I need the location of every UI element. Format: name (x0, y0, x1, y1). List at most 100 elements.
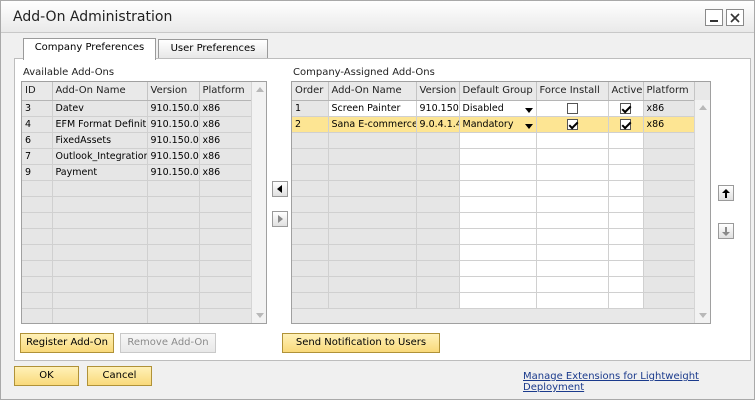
dropdown-arrow-icon[interactable] (524, 123, 533, 129)
table-row (292, 292, 695, 309)
minimize-button[interactable] (705, 9, 723, 26)
available-scrollbar[interactable] (251, 82, 266, 323)
empty-cell (416, 212, 460, 229)
scroll-up-icon[interactable] (699, 105, 707, 110)
empty-cell (22, 228, 53, 245)
empty-cell (22, 180, 53, 197)
active-checkbox[interactable] (620, 102, 631, 114)
col-assigned-platform[interactable]: Platform (643, 82, 695, 101)
empty-cell (536, 228, 609, 245)
scroll-up-icon[interactable] (256, 87, 264, 92)
empty-cell (459, 196, 537, 213)
cell-order: 1 (292, 100, 329, 117)
cell-addon-name: Payment (52, 164, 148, 181)
arrow-up-icon (722, 189, 730, 198)
empty-cell (199, 228, 252, 245)
empty-cell (292, 132, 329, 149)
cell-version: 910.150.0 (416, 100, 460, 117)
cell-active (608, 116, 644, 133)
empty-cell (643, 164, 695, 181)
empty-cell (608, 148, 644, 165)
empty-cell (643, 276, 695, 293)
assigned-scrollbar[interactable] (694, 100, 710, 323)
ok-button[interactable]: OK (14, 366, 79, 386)
force-install-checkbox[interactable] (566, 102, 578, 114)
move-right-button[interactable] (272, 211, 288, 227)
tab-company-preferences[interactable]: Company Preferences (23, 38, 156, 60)
empty-cell (608, 276, 644, 293)
empty-cell (459, 292, 537, 309)
scroll-down-icon[interactable] (699, 313, 707, 318)
col-platform[interactable]: Platform (199, 82, 252, 101)
table-row[interactable]: 1Screen Painter910.150.0Disabled x86 (292, 100, 695, 117)
cell-addon-name: EFM Format Definitic (52, 116, 148, 133)
arrow-left-icon (277, 185, 282, 193)
send-notification-button[interactable]: Send Notification to Users (282, 333, 440, 353)
available-addons-grid[interactable]: ID Add-On Name Version Platform 3 Datev 91… (21, 81, 267, 324)
col-order[interactable]: Order (292, 82, 329, 101)
cancel-button[interactable]: Cancel (87, 366, 152, 386)
cell-force-install (536, 100, 609, 117)
table-row[interactable]: 7Outlook_Integration910.150.00.x86 (22, 148, 252, 165)
table-row[interactable]: 3Datev910.150.00.x86 (22, 100, 252, 117)
empty-cell (22, 276, 53, 293)
empty-cell (536, 276, 609, 293)
table-row (292, 196, 695, 213)
empty-cell (52, 260, 148, 277)
table-row[interactable]: 6FixedAssets910.150.00.x86 (22, 132, 252, 149)
close-button[interactable] (726, 9, 744, 26)
close-icon (730, 13, 740, 23)
empty-cell (536, 260, 609, 277)
empty-cell (416, 292, 460, 309)
assigned-addons-label: Company-Assigned Add-Ons (293, 67, 435, 78)
cell-platform: x86 (643, 116, 695, 133)
table-row[interactable]: 9Payment910.150.00.x86 (22, 164, 252, 181)
empty-cell (536, 164, 609, 181)
col-assigned-version[interactable]: Version (416, 82, 460, 101)
empty-cell (147, 292, 200, 309)
manage-extensions-link[interactable]: Manage Extensions for Lightweight Deploy… (523, 371, 754, 393)
force-install-checkbox[interactable] (566, 118, 578, 130)
col-version[interactable]: Version (147, 82, 200, 101)
remove-addon-button[interactable]: Remove Add-On (120, 333, 216, 353)
active-checkbox[interactable] (620, 118, 631, 130)
empty-cell (328, 244, 417, 261)
col-active[interactable]: Active (608, 82, 644, 101)
move-left-button[interactable] (272, 181, 288, 197)
table-row[interactable]: 4EFM Format Definitic910.150.00.x86 (22, 116, 252, 133)
register-addon-button[interactable]: Register Add-On (20, 333, 114, 353)
cell-default-group[interactable]: Mandatory (459, 116, 537, 133)
dropdown-arrow-icon[interactable] (524, 107, 533, 113)
cell-platform: x86 (643, 100, 695, 117)
empty-cell (608, 244, 644, 261)
cell-addon-name: Datev (52, 100, 148, 117)
move-down-button[interactable] (718, 223, 734, 239)
scroll-down-icon[interactable] (256, 313, 264, 318)
table-row[interactable]: 2 Sana E-commerce 9.0.4.1.4 Mandatory x86 (292, 116, 695, 133)
col-id[interactable]: ID (22, 82, 53, 101)
empty-cell (608, 196, 644, 213)
default-group-value: Mandatory (462, 118, 514, 130)
col-assigned-addon-name[interactable]: Add-On Name (328, 82, 417, 101)
empty-cell (416, 244, 460, 261)
available-addons-table: ID Add-On Name Version Platform 3 Datev 91… (22, 82, 252, 323)
cell-id: 6 (22, 132, 53, 149)
move-up-button[interactable] (718, 185, 734, 201)
empty-cell (643, 212, 695, 229)
tab-user-preferences[interactable]: User Preferences (158, 39, 268, 59)
col-force-install[interactable]: Force Install (536, 82, 609, 101)
col-default-group[interactable]: Default Group (459, 82, 537, 101)
available-addons-label: Available Add-Ons (23, 67, 115, 78)
add-on-administration-window: Add-On Administration Company Preference… (0, 0, 755, 400)
cell-id: 9 (22, 164, 53, 181)
assigned-addons-grid[interactable]: Order Add-On Name Version Default Group … (291, 81, 711, 324)
empty-cell (52, 276, 148, 293)
cell-version: 910.150.00. (147, 132, 200, 149)
empty-cell (199, 292, 252, 309)
col-addon-name[interactable]: Add-On Name (52, 82, 148, 101)
empty-cell (416, 228, 460, 245)
cell-default-group[interactable]: Disabled (459, 100, 537, 117)
empty-cell (328, 228, 417, 245)
empty-cell (416, 276, 460, 293)
table-row (22, 276, 252, 293)
